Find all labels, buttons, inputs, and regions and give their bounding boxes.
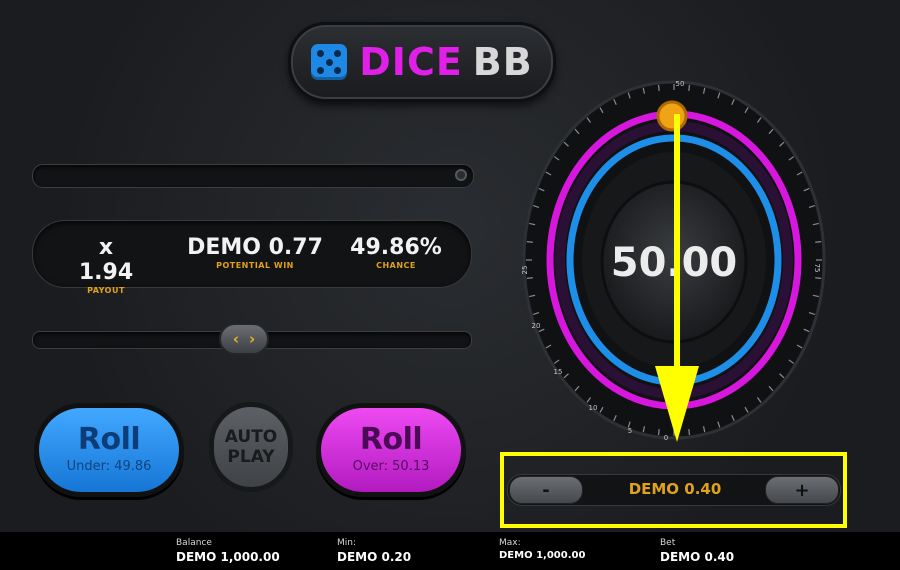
dial-tick bbox=[657, 84, 660, 91]
bet-decrease-button[interactable]: - bbox=[509, 476, 583, 504]
dial-tick bbox=[688, 84, 691, 91]
footer-bar bbox=[0, 532, 900, 570]
roll-over-button[interactable]: Roll Over: 50.13 bbox=[316, 403, 466, 497]
footer-bet: Bet DEMO 0.40 bbox=[660, 538, 734, 564]
potential-win-stat: DEMO 0.77 POTENTIAL WIN bbox=[185, 235, 325, 270]
footer-min: Min: DEMO 0.20 bbox=[337, 538, 411, 564]
stats-panel: x 1.94 PAYOUT DEMO 0.77 POTENTIAL WIN 49… bbox=[32, 220, 472, 295]
dial-tick bbox=[526, 241, 533, 243]
footer-min-value: DEMO 0.20 bbox=[337, 550, 412, 564]
logo-word-dice: DICE bbox=[359, 40, 463, 84]
footer-bet-label: Bet bbox=[660, 538, 676, 548]
footer-max-value: DEMO 1,000.00 bbox=[499, 550, 586, 561]
chance-label: CHANCE bbox=[376, 261, 416, 270]
footer-balance-value: DEMO 1,000.00 bbox=[176, 550, 280, 564]
dial-label-10: 10 bbox=[589, 404, 598, 412]
dial-label-50: 50 bbox=[676, 80, 685, 88]
payout-stat: x 1.94 PAYOUT bbox=[69, 235, 143, 295]
dial-tick bbox=[526, 277, 533, 279]
footer-min-label: Min: bbox=[337, 538, 357, 548]
footer-balance-label: Balance bbox=[176, 538, 212, 548]
chance-stat: 49.86% CHANCE bbox=[349, 235, 443, 270]
payout-label: PAYOUT bbox=[87, 286, 125, 295]
history-track bbox=[32, 164, 474, 188]
dial-label-75: 75 bbox=[813, 264, 821, 273]
potential-win-label: POTENTIAL WIN bbox=[216, 261, 294, 270]
roll-over-threshold: Over: 50.13 bbox=[352, 459, 430, 474]
dial-pointer-knob bbox=[656, 100, 688, 132]
potential-win-value: DEMO 0.77 bbox=[187, 235, 323, 260]
bet-increase-button[interactable]: + bbox=[765, 476, 839, 504]
dial-tick bbox=[657, 429, 660, 436]
dial-tick bbox=[688, 429, 691, 436]
payout-value: x 1.94 bbox=[78, 235, 134, 285]
chance-slider-handle[interactable]: ‹ › bbox=[219, 323, 269, 355]
game-logo: DICE BB bbox=[288, 22, 556, 102]
chevron-left-icon: ‹ bbox=[232, 330, 239, 348]
dial-label-25: 25 bbox=[521, 266, 529, 275]
dial-label-0: 0 bbox=[664, 434, 668, 442]
roll-under-button[interactable]: Roll Under: 49.86 bbox=[34, 403, 184, 497]
auto-play-line1: AUTO bbox=[224, 427, 278, 447]
dial-tick bbox=[815, 241, 822, 243]
bet-amount: DEMO 0.40 bbox=[628, 480, 722, 498]
track-knob-icon bbox=[455, 169, 467, 181]
chance-value: 49.86% bbox=[350, 235, 442, 260]
auto-play-button[interactable]: AUTO PLAY bbox=[209, 402, 293, 492]
dial-label-15: 15 bbox=[554, 368, 563, 376]
roll-over-title: Roll bbox=[359, 422, 423, 457]
footer-max-label: Max: bbox=[499, 538, 521, 548]
dial-tick bbox=[815, 277, 822, 279]
chevron-right-icon: › bbox=[249, 330, 256, 348]
dice-icon bbox=[311, 44, 348, 80]
auto-play-line2: PLAY bbox=[227, 447, 275, 467]
roll-under-threshold: Under: 49.86 bbox=[66, 459, 152, 474]
dial-label-20: 20 bbox=[532, 322, 541, 330]
roll-under-title: Roll bbox=[77, 422, 141, 457]
footer-balance: Balance DEMO 1,000.00 bbox=[176, 538, 280, 564]
footer-bet-value: DEMO 0.40 bbox=[660, 550, 735, 564]
dial-label-5: 5 bbox=[628, 427, 632, 435]
result-dial: 50 25 75 20 15 10 5 0 50.00 bbox=[521, 80, 826, 442]
footer-max: Max: DEMO 1,000.00 bbox=[499, 538, 585, 561]
